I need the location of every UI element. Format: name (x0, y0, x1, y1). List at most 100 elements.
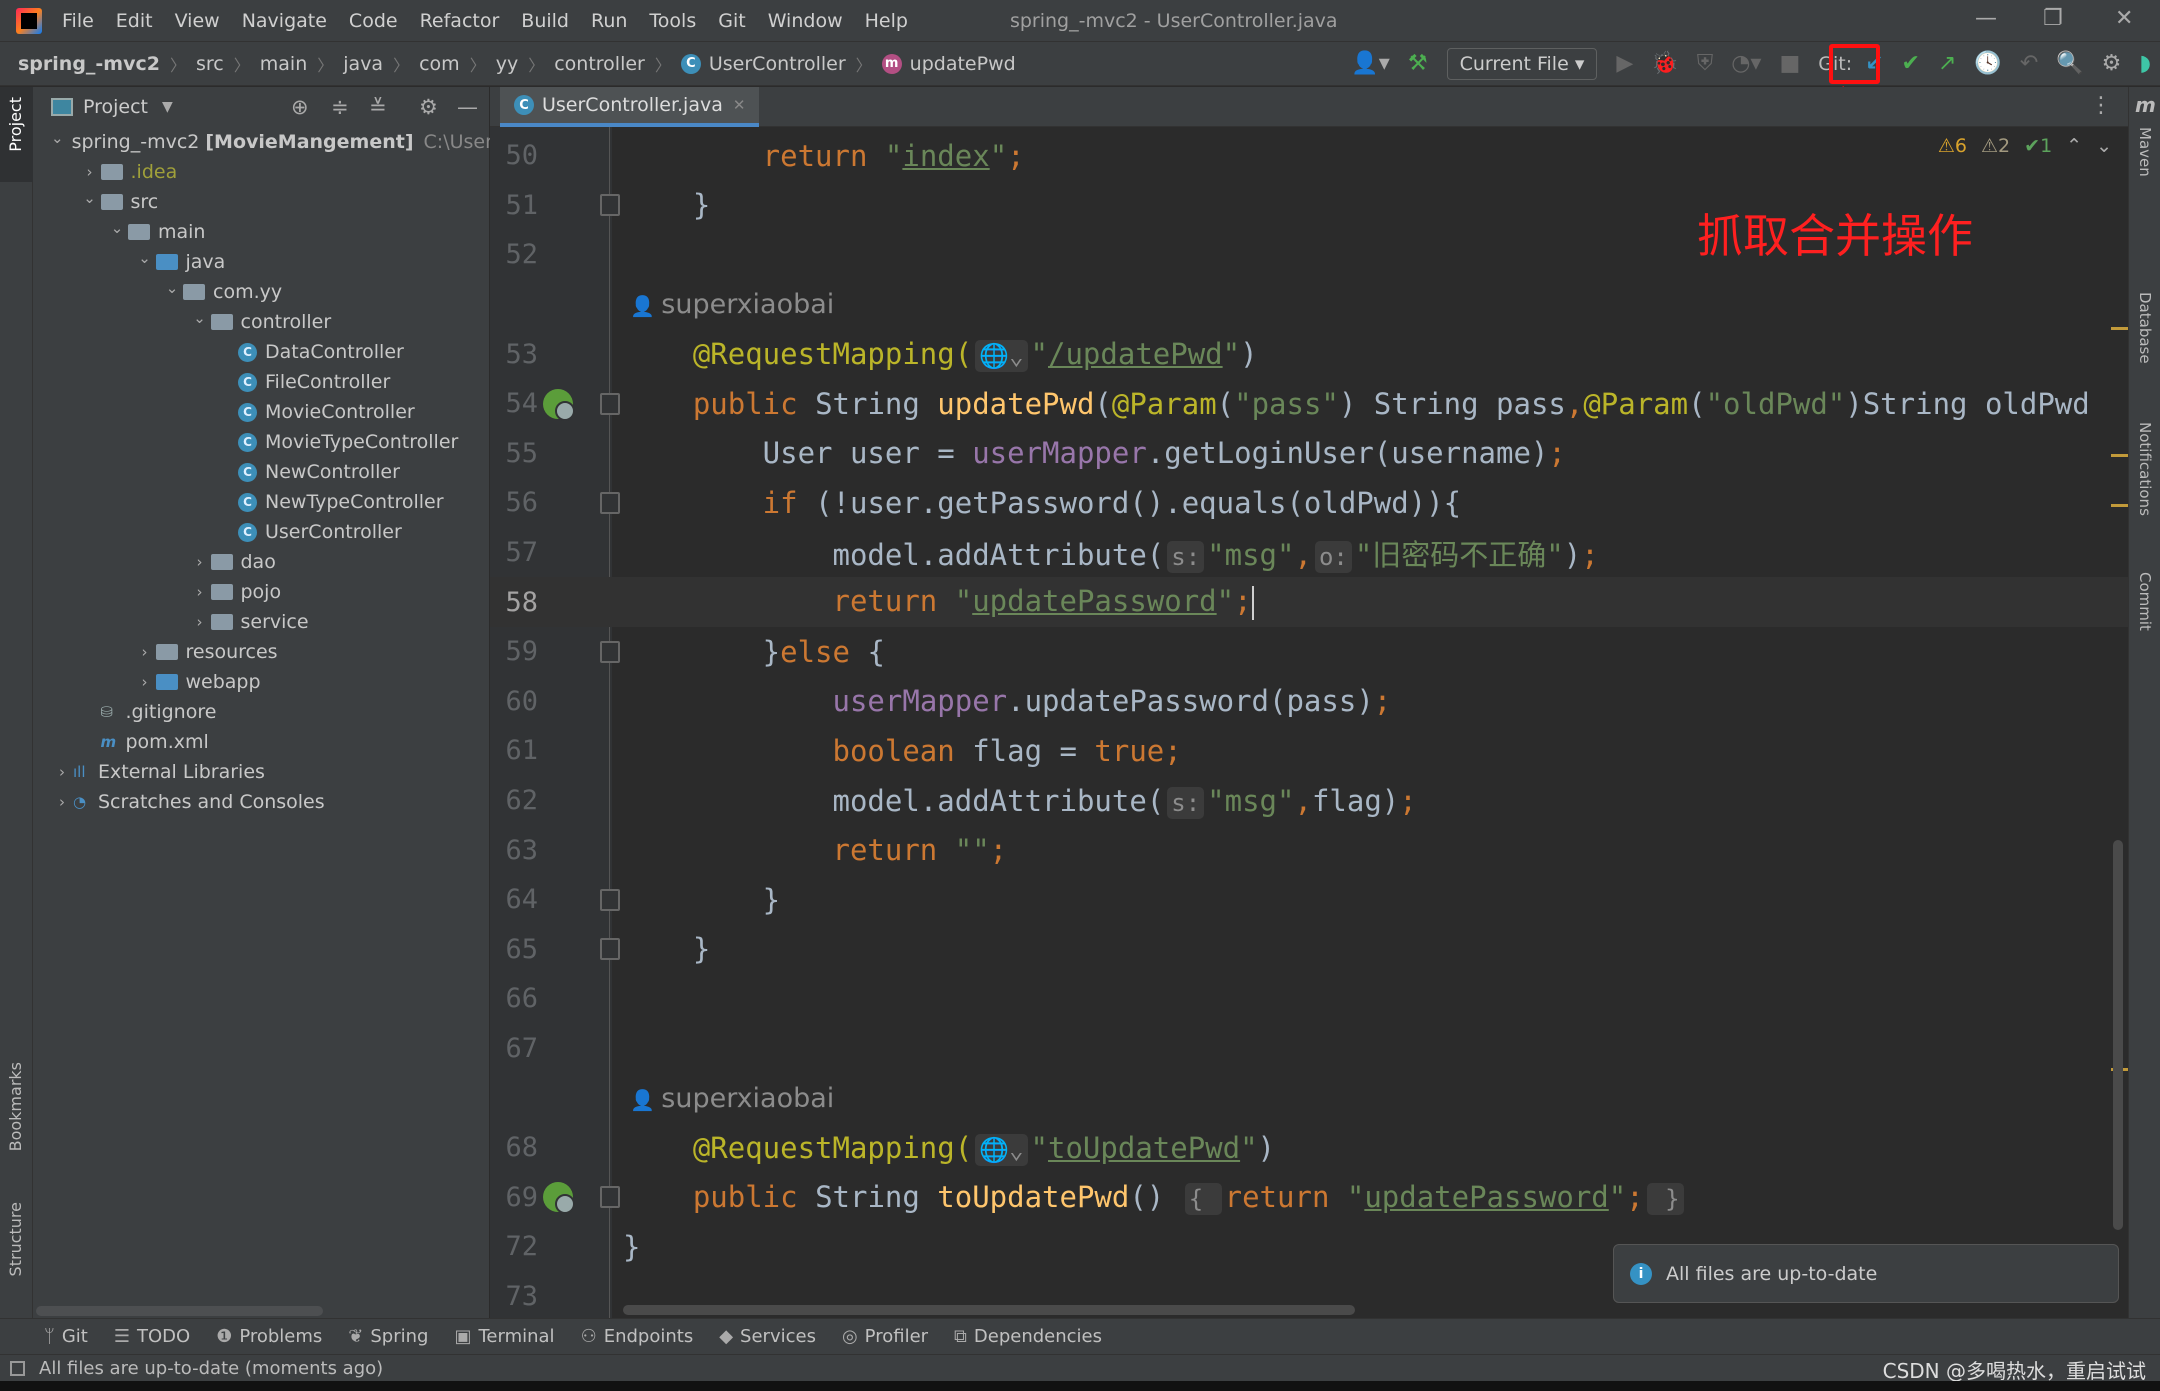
history-icon[interactable]: 🕓 (1974, 51, 2001, 76)
code-line[interactable]: 68 @RequestMapping(🌐⌄ "toUpdatePwd") (490, 1123, 2128, 1173)
breadcrumb-item[interactable]: main (260, 53, 307, 75)
chevron-right-icon[interactable]: › (51, 793, 73, 811)
editor-vertical-scrollbar[interactable] (2113, 840, 2123, 1230)
code-line[interactable]: 63 return ""; (490, 825, 2128, 875)
tree-item[interactable]: › ıll External Libraries (33, 757, 489, 787)
code-line[interactable]: 56 if (!user.getPassword().equals(oldPwd… (490, 478, 2128, 528)
chevron-right-icon[interactable]: › (189, 613, 211, 631)
breadcrumb-item[interactable]: yy (496, 53, 519, 75)
tree-item[interactable]: ⌄ src (33, 187, 489, 217)
code-line[interactable]: 67 (490, 1024, 2128, 1074)
stop-icon[interactable]: ■ (1779, 51, 1800, 76)
tree-item[interactable]: m pom.xml (33, 727, 489, 757)
code-line[interactable]: 55 User user = userMapper.getLoginUser(u… (490, 429, 2128, 479)
chevron-down-icon[interactable]: ⌄ (106, 219, 128, 237)
structure-tool-tab[interactable]: Structure (6, 1202, 25, 1276)
fold-marker-icon[interactable] (600, 491, 620, 514)
git-commit-icon[interactable]: ✔ (1902, 51, 1920, 76)
inspection-widget[interactable]: ⚠6 ⚠2 ✔1 ⌃ ⌄ (1938, 135, 2112, 157)
code-line[interactable]: 66 (490, 974, 2128, 1024)
chevron-right-icon[interactable]: › (189, 583, 211, 601)
chevron-down-icon[interactable]: ⌄ (161, 279, 183, 297)
tree-item[interactable]: C FileController (33, 367, 489, 397)
tree-item[interactable]: C NewController (33, 457, 489, 487)
database-tool-tab[interactable]: Database (2136, 292, 2154, 364)
breadcrumb-item[interactable]: com (419, 53, 460, 75)
breadcrumb-item[interactable]: controller (554, 53, 645, 75)
tool-profiler[interactable]: ◎ Profiler (842, 1326, 928, 1347)
menu-file[interactable]: File (62, 10, 94, 32)
user-icon[interactable]: 👤▾ (1351, 51, 1389, 76)
menu-run[interactable]: Run (591, 10, 627, 32)
rollback-icon[interactable]: ↶ (2020, 51, 2038, 76)
code-line[interactable]: 64 } (490, 875, 2128, 925)
minimize-icon[interactable]: — (1975, 6, 1997, 31)
tool-spring[interactable]: ❦ Spring (348, 1326, 428, 1347)
build-hammer-icon[interactable]: ⚒ (1408, 51, 1428, 76)
menu-git[interactable]: Git (718, 10, 745, 32)
tool-terminal[interactable]: ▣ Terminal (454, 1326, 554, 1347)
breadcrumb-item[interactable]: src (196, 53, 224, 75)
chevron-down-icon[interactable]: ⌄ (189, 309, 211, 327)
locate-icon[interactable]: ⊕ (291, 95, 309, 119)
notifications-tool-tab[interactable]: Notifications (2136, 422, 2154, 516)
tree-item[interactable]: ⌄ java (33, 247, 489, 277)
restore-icon[interactable]: ❐ (2043, 6, 2063, 31)
chevron-right-icon[interactable]: › (79, 163, 101, 181)
fold-marker-icon[interactable] (600, 938, 620, 961)
expand-all-icon[interactable]: ≑ (331, 95, 349, 119)
tree-item[interactable]: ⌄ main (33, 217, 489, 247)
bookmarks-tool-tab[interactable]: Bookmarks (6, 1062, 25, 1151)
code-line[interactable]: 57 model.addAttribute(s: "msg", o: "旧密码不正确"… (490, 528, 2128, 578)
tree-item[interactable]: ⌄ com.yy (33, 277, 489, 307)
previous-highlight-icon[interactable]: ⌃ (2066, 135, 2082, 157)
maven-tool-tab[interactable]: Maven (2136, 127, 2154, 177)
code-line[interactable]: 50 return "index"; (490, 131, 2128, 181)
editor-horizontal-scrollbar[interactable] (623, 1305, 1355, 1315)
tool-problems[interactable]: ❶ Problems (216, 1326, 322, 1347)
settings-icon[interactable]: ⚙ (2102, 51, 2122, 76)
menu-help[interactable]: Help (865, 10, 908, 32)
tab-usercontroller[interactable]: C UserController.java ✕ (500, 87, 760, 127)
code-line[interactable]: 59 }else { (490, 627, 2128, 677)
git-push-icon[interactable]: ↗ (1938, 51, 1956, 76)
tree-item[interactable]: › dao (33, 547, 489, 577)
hide-icon[interactable]: — (457, 95, 478, 119)
commit-tool-tab[interactable]: Commit (2136, 572, 2154, 631)
code-line[interactable]: 53 @RequestMapping(🌐⌄ "/updatePwd") (490, 329, 2128, 379)
close-icon[interactable]: ✕ (2115, 6, 2133, 31)
status-toggle-icon[interactable] (10, 1360, 25, 1376)
collapse-all-icon[interactable]: ≚ (369, 95, 387, 119)
breadcrumb-item[interactable]: C UserController (680, 53, 846, 75)
tree-item[interactable]: › webapp (33, 667, 489, 697)
tree-horizontal-scrollbar[interactable] (36, 1306, 323, 1316)
menu-navigate[interactable]: Navigate (242, 10, 327, 32)
author-inlay[interactable]: 👤 superxiaobai (630, 1083, 834, 1114)
run-icon[interactable]: ▶ (1616, 51, 1633, 76)
code-line[interactable]: 58 return "updatePassword"; (490, 577, 2128, 627)
tree-item[interactable]: C MovieController (33, 397, 489, 427)
author-inlay[interactable]: 👤 superxiaobai (630, 289, 834, 320)
chevron-down-icon[interactable]: ⌄ (79, 189, 101, 207)
tree-item[interactable]: ⌄ controller (33, 307, 489, 337)
gear-icon[interactable]: ⚙ (419, 95, 438, 119)
project-tool-tab[interactable]: Project (6, 97, 25, 152)
tool-todo[interactable]: ☰ TODO (114, 1326, 190, 1347)
tool-endpoints[interactable]: ⚇ Endpoints (581, 1326, 694, 1347)
tree-item[interactable]: ⌄ spring_-mvc2 [MovieMangement] C:\Users\ (33, 127, 509, 157)
chevron-down-icon[interactable]: ▼ (162, 99, 173, 115)
menu-build[interactable]: Build (521, 10, 569, 32)
fold-marker-icon[interactable] (600, 1186, 620, 1209)
tree-item[interactable]: ⛁ .gitignore (33, 697, 489, 727)
menu-tools[interactable]: Tools (649, 10, 696, 32)
breadcrumb-item[interactable]: spring_-mvc2 (18, 53, 160, 75)
code-line[interactable]: 54 public String updatePwd(@Param("pass"… (490, 379, 2128, 429)
fold-marker-icon[interactable] (600, 392, 620, 415)
code-line[interactable]: 61 boolean flag = true; (490, 726, 2128, 776)
spring-endpoint-icon[interactable] (543, 1182, 575, 1215)
tree-item[interactable]: C NewTypeController (33, 487, 489, 517)
code-line[interactable]: 69 public String toUpdatePwd() { return … (490, 1173, 2128, 1223)
menu-refactor[interactable]: Refactor (420, 10, 500, 32)
code-editor[interactable]: 50 return "index"; 51 } 52 👤 superxiaobai 53… (490, 127, 2128, 1318)
tree-item[interactable]: › ◔ Scratches and Consoles (33, 787, 489, 817)
